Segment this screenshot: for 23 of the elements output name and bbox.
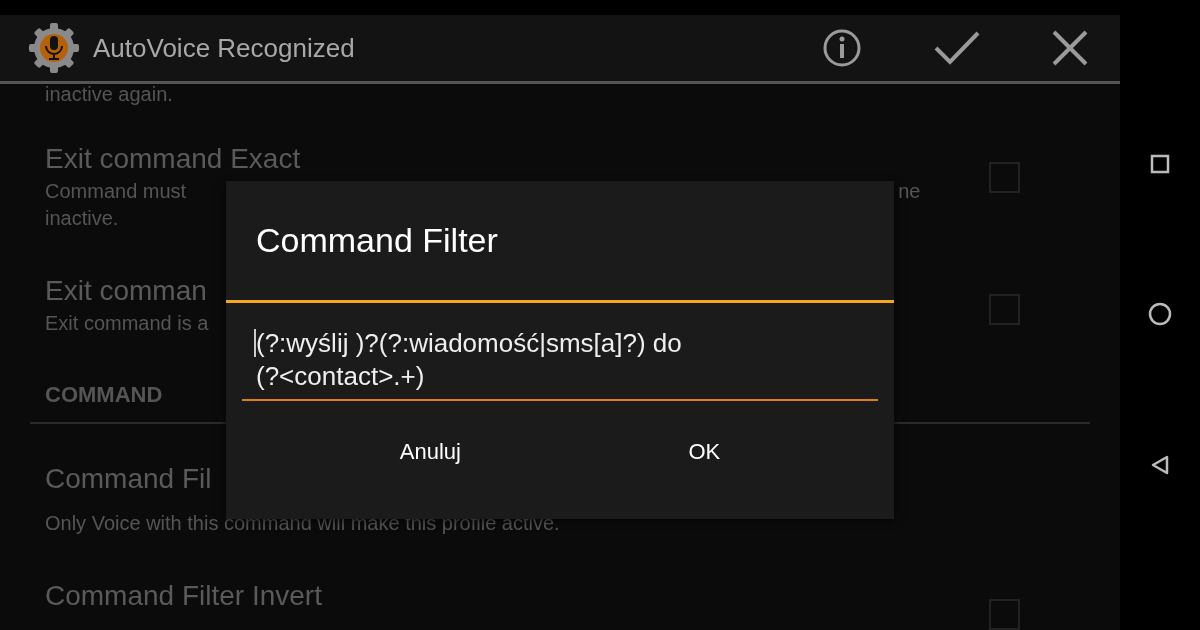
dialog-title: Command Filter xyxy=(255,220,499,261)
dialog-button[interactable]: OK xyxy=(672,431,737,473)
setting-title[interactable]: Exit command Exact xyxy=(45,140,301,178)
setting-title[interactable]: Command Fil xyxy=(45,460,212,498)
info-icon[interactable] xyxy=(822,28,862,68)
input-field[interactable]: (?:wyślij )?(?:wiadomość|sms[a]?) do (?<contact>.+) xyxy=(242,327,878,401)
home-icon[interactable] xyxy=(1148,302,1172,326)
close-icon[interactable] xyxy=(1052,30,1088,66)
checkmark-icon[interactable] xyxy=(934,30,980,66)
app-title: AutoVoice Recognized xyxy=(93,32,355,64)
setting-title[interactable]: Command Filter Invert xyxy=(45,577,322,615)
setting-description: Exit command is a xyxy=(45,311,209,336)
setting-description: inactive. xyxy=(45,206,119,231)
setting-description: Command must xyxy=(45,179,187,204)
text-cursor xyxy=(254,329,256,357)
setting-description: ne xyxy=(898,179,921,204)
gear-microphone-icon xyxy=(27,21,81,75)
setting-title[interactable]: Exit comman xyxy=(45,272,207,310)
back-icon[interactable] xyxy=(1150,454,1170,476)
section-header: COMMAND xyxy=(45,382,163,407)
dialog-button[interactable]: Anuluj xyxy=(383,431,477,473)
setting-description: inactive again. xyxy=(45,81,173,107)
recents-icon[interactable] xyxy=(1150,154,1170,174)
